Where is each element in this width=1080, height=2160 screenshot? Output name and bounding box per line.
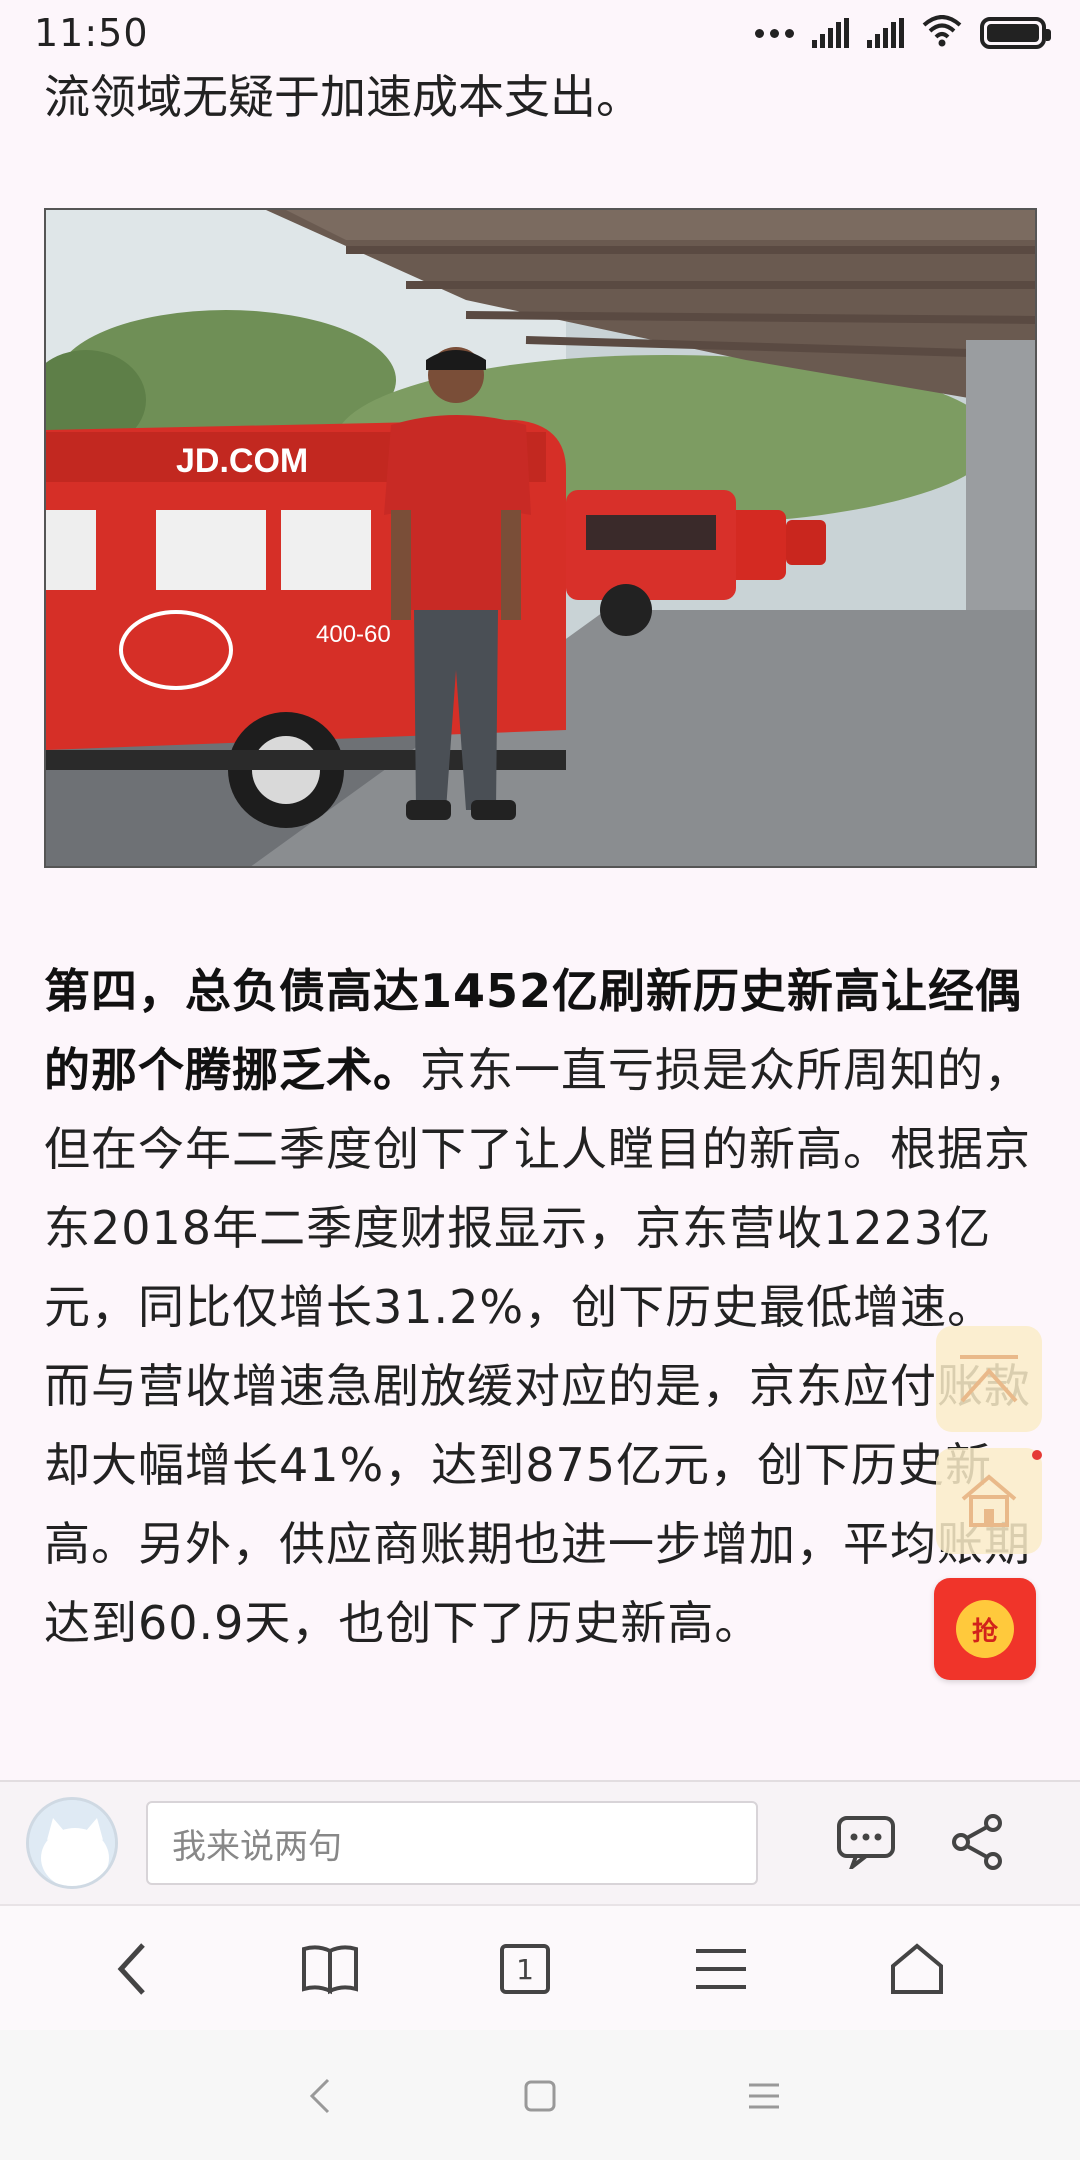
van-phone-text: 400-60 <box>316 621 391 648</box>
back-to-top-button[interactable] <box>936 1326 1042 1432</box>
article-paragraph: 第四，总负债高达1452亿刷新历史新高让经偶的那个腾挪乏术。京东一直亏损是众所周… <box>44 952 1039 1663</box>
avatar[interactable] <box>26 1797 118 1889</box>
share-icon[interactable] <box>946 1812 1010 1872</box>
article-content: 流领域无疑于加速成本支出。 JD.COM 400-60 第四，总负债高达1452… <box>0 0 1080 1780</box>
signal-icon <box>812 18 849 48</box>
paragraph-body: 京东一直亏损是众所周知的，但在今年二季度创下了让人瞠目的新高。根据京东2018年… <box>44 1043 1031 1650</box>
comments-icon[interactable] <box>834 1812 898 1872</box>
status-icons <box>755 15 1051 51</box>
battery-icon <box>980 17 1051 49</box>
wifi-icon <box>922 15 962 51</box>
system-navigation-bar <box>0 2030 1080 2160</box>
van-logo-text: JD.COM <box>176 442 308 480</box>
browser-toolbar: 1 <box>0 1904 1080 2030</box>
home-float-button[interactable] <box>936 1448 1042 1554</box>
home-outline-icon <box>891 1943 943 1994</box>
chevron-left-icon <box>117 1943 145 1995</box>
arrow-up-icon <box>960 1355 1018 1403</box>
notification-dot <box>1032 1450 1042 1460</box>
home-icon <box>961 1474 1017 1527</box>
tabs-button[interactable]: 1 <box>490 1934 560 2004</box>
article-photo[interactable]: JD.COM 400-60 <box>44 208 1037 868</box>
status-time: 11:50 <box>34 11 149 55</box>
system-home-icon[interactable] <box>518 2074 562 2118</box>
system-recents-icon[interactable] <box>742 2074 786 2118</box>
system-back-icon[interactable] <box>298 2074 342 2118</box>
more-notifications-icon <box>755 28 794 38</box>
book-icon <box>302 1945 358 1995</box>
bookmarks-button[interactable] <box>295 1934 365 2004</box>
comment-input[interactable]: 我来说两句 <box>146 1801 758 1885</box>
hamburger-icon <box>696 1949 746 1989</box>
home-button[interactable] <box>882 1934 952 2004</box>
back-button[interactable] <box>98 1934 168 2004</box>
comment-bar: 我来说两句 <box>0 1780 1080 1904</box>
red-packet-button[interactable]: 抢 <box>934 1578 1036 1680</box>
tab-count: 1 <box>500 1944 550 1994</box>
article-text-previous: 流领域无疑于加速成本支出。 <box>44 70 642 124</box>
status-bar: 11:50 <box>0 0 1080 66</box>
signal-icon-2 <box>867 18 904 48</box>
red-packet-label: 抢 <box>956 1600 1014 1658</box>
menu-button[interactable] <box>686 1934 756 2004</box>
